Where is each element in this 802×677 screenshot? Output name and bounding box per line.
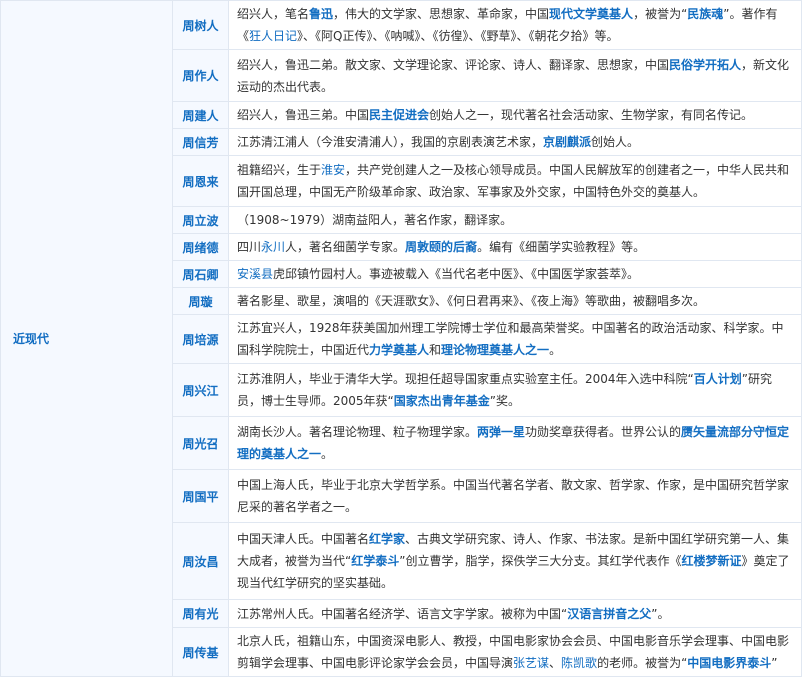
person-description: 江苏清江浦人（今淮安清浦人），我国的京剧表演艺术家，京剧麒派创始人。 [228, 128, 802, 156]
description-link[interactable]: 民俗学开拓人 [669, 58, 741, 72]
person-name-link[interactable]: 周兴江 [172, 363, 229, 417]
person-description: 江苏宜兴人，1928年获美国加州理工学院博士学位和最高荣誉奖。中国著名的政治活动… [228, 314, 802, 364]
person-name-link[interactable]: 周恩来 [172, 155, 229, 207]
description-text: 绍兴人，笔名 [237, 7, 310, 21]
description-text: 江苏淮阴人，毕业于清华大学。现担任超导国家重点实验室主任。2004年入选中科院“ [237, 372, 694, 386]
person-name-link[interactable]: 周石卿 [172, 260, 229, 288]
description-text: 著名影星、歌星，演唱的《天涯歌女》、《何日君再来》、《夜上海》等歌曲，被翻唱多次… [237, 294, 706, 308]
person-name-link[interactable]: 周光召 [172, 416, 229, 470]
person-description: 绍兴人，鲁迅三弟。中国民主促进会创始人之一，现代著名社会活动家、生物学家，有同名… [228, 101, 802, 129]
person-description: 湖南长沙人。著名理论物理、粒子物理学家。两弹一星功勋奖章获得者。世界公认的赝矢量… [228, 416, 802, 470]
description-link[interactable]: 两弹一星 [477, 425, 525, 439]
description-link[interactable]: 力学奠基人 [369, 343, 429, 357]
person-name-link[interactable]: 周璇 [172, 287, 229, 315]
person-description: 四川永川人，著名细菌学专家。周敦颐的后裔。编有《细菌学实验教程》等。 [228, 233, 802, 261]
description-text: 绍兴人，鲁迅二弟。散文家、文学理论家、评论家、诗人、翻译家、思想家，中国 [237, 57, 670, 72]
description-link[interactable]: 百人计划 [694, 372, 742, 386]
person-description: 祖籍绍兴，生于淮安，共产党创建人之一及核心领导成员。中国人民解放军的创建者之一，… [228, 155, 802, 207]
person-description: 绍兴人，笔名鲁迅，伟大的文学家、思想家、革命家，中国现代文学奠基人，被誉为“民族… [228, 0, 802, 50]
person-description: 中国天津人氏。中国著名红学家、古典文学研究家、诗人、作家、书法家。是新中国红学研… [228, 522, 802, 600]
description-link[interactable]: 民主促进会 [369, 108, 429, 122]
description-text: 湖南长沙人。著名理论物理、粒子物理学家。 [237, 425, 478, 439]
person-row: 近现代 周树人 绍兴人，笔名鲁迅，伟大的文学家、思想家、革命家，中国现代文学奠基人，… [0, 0, 802, 677]
description-text: 人，著名细菌学专家。 [285, 240, 406, 254]
description-link[interactable]: 理论物理奠基人之一 [441, 343, 549, 357]
description-text: 》、《阿Q正传》、《呐喊》、《彷徨》、《野草》、《朝花夕拾》等。 [297, 29, 619, 43]
description-text: 中国上海人氏，毕业于北京大学哲学系。中国当代著名学者、散文家、哲学家、作家，是中… [237, 478, 790, 514]
person-name-link[interactable]: 周立波 [172, 206, 229, 234]
description-text: 中国天津人氏。中国著名 [237, 532, 370, 546]
description-link[interactable]: 安溪县 [237, 267, 273, 281]
person-description: 绍兴人，鲁迅二弟。散文家、文学理论家、评论家、诗人、翻译家、思想家，中国民俗学开… [228, 49, 802, 102]
description-text: ” [771, 656, 778, 670]
description-text: ”。 [651, 606, 670, 621]
person-description: 安溪县虎邱镇竹园村人。事迹被载入《当代名老中医》、《中国医学家荟萃》。 [228, 260, 802, 288]
description-text: ，伟大的文学家、思想家、革命家，中国 [333, 7, 550, 21]
person-description: 江苏淮阴人，毕业于清华大学。现担任超导国家重点实验室主任。2004年入选中科院“… [228, 363, 802, 417]
person-name-link[interactable]: 周有光 [172, 599, 229, 628]
person-name-link[interactable]: 周传基 [172, 627, 229, 677]
description-link[interactable]: 红学泰斗 [351, 554, 399, 568]
person-name-link[interactable]: 周国平 [172, 469, 229, 523]
description-link[interactable]: 周敦颐的后裔 [405, 240, 477, 254]
description-link[interactable]: 鲁迅 [309, 7, 333, 21]
person-description: 北京人氏，祖籍山东，中国资深电影人、教授，中国电影家协会会员、中国电影音乐学会理… [228, 627, 802, 677]
era-label: 近现代 [0, 0, 173, 677]
description-link[interactable]: 民族魂 [687, 7, 723, 21]
description-link[interactable]: 京剧麒派 [543, 135, 591, 149]
description-text: ”创立曹学，脂学，探佚学三大分支。其红学代表作《 [399, 554, 682, 568]
description-text: 和 [429, 343, 442, 357]
description-link[interactable]: 狂人日记 [249, 29, 297, 43]
person-name-link[interactable]: 周树人 [172, 0, 229, 50]
description-link[interactable]: 张艺谋 [513, 656, 549, 670]
description-text: 的老师。被誉为“ [597, 656, 688, 670]
description-text: 绍兴人，鲁迅三弟。中国 [237, 108, 370, 122]
description-text: 。 [549, 343, 562, 357]
description-text: 祖籍绍兴，生于 [237, 163, 322, 177]
description-link[interactable]: 国家杰出青年基金 [394, 394, 490, 408]
description-text: （1908~1979）湖南益阳人，著名作家，翻译家。 [237, 213, 513, 227]
description-link[interactable]: 汉语言拼音之父 [567, 607, 651, 621]
description-link[interactable]: 中国电影界泰斗 [687, 656, 771, 670]
description-text: ”奖。 [489, 394, 520, 408]
person-name-link[interactable]: 周信芳 [172, 128, 229, 156]
person-name-link[interactable]: 周培源 [172, 314, 229, 364]
description-text: 、 [549, 656, 562, 670]
description-text: 四川 [237, 240, 262, 254]
description-text: 虎邱镇竹园村人。事迹被载入《当代名老中医》、《中国医学家荟萃》。 [273, 267, 640, 281]
person-description: （1908~1979）湖南益阳人，著名作家，翻译家。 [228, 206, 802, 234]
description-link[interactable]: 红楼梦新证 [681, 554, 741, 568]
description-link[interactable]: 陈凯歌 [561, 656, 597, 670]
description-text: 创始人。 [591, 135, 640, 149]
person-description: 著名影星、歌星，演唱的《天涯歌女》、《何日君再来》、《夜上海》等歌曲，被翻唱多次… [228, 287, 802, 315]
description-text: 。编有《细菌学实验教程》等。 [477, 240, 646, 254]
description-text: 江苏清江浦人（今淮安清浦人），我国的京剧表演艺术家， [237, 135, 544, 149]
person-name-link[interactable]: 周汝昌 [172, 522, 229, 600]
person-name-link[interactable]: 周绪德 [172, 233, 229, 261]
description-link[interactable]: 现代文学奠基人 [549, 7, 633, 21]
description-link[interactable]: 淮安 [321, 163, 345, 177]
person-name-link[interactable]: 周作人 [172, 49, 229, 102]
surname-people-table: 近现代 周树人 绍兴人，笔名鲁迅，伟大的文学家、思想家、革命家，中国现代文学奠基人，… [0, 0, 802, 677]
person-description: 江苏常州人氏。中国著名经济学、语言文字学家。被称为中国“汉语言拼音之父”。 [228, 599, 802, 628]
description-link[interactable]: 红学家 [369, 532, 405, 546]
person-description: 中国上海人氏，毕业于北京大学哲学系。中国当代著名学者、散文家、哲学家、作家，是中… [228, 469, 802, 523]
description-text: 创始人之一，现代著名社会活动家、生物学家，有同名传记。 [429, 108, 754, 122]
description-text: 。 [321, 447, 334, 461]
description-text: ，被誉为“ [633, 7, 688, 21]
description-text: 功勋奖章获得者。世界公认的 [525, 425, 682, 439]
description-link[interactable]: 永川 [261, 240, 285, 254]
description-text: 江苏常州人氏。中国著名经济学、语言文字学家。被称为中国“ [237, 606, 568, 621]
person-name-link[interactable]: 周建人 [172, 101, 229, 129]
